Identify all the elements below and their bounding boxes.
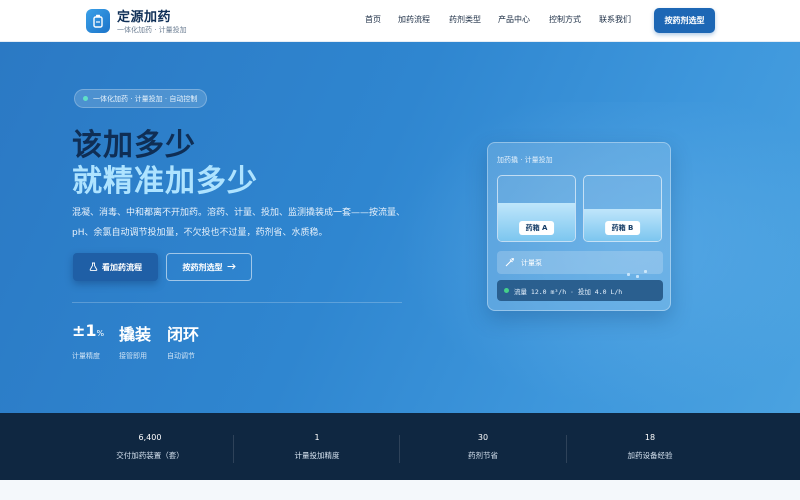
site-header: 定源加药 一体化加药 · 计量投加 首页 加药流程 药剂类型 产品中心 控制方式… (0, 0, 800, 42)
flow-readout-text: 流量 12.0 m³/h · 投加 4.0 L/h (514, 287, 623, 296)
view-process-label: 看加药流程 (102, 262, 142, 272)
tank-a-label: 药箱 A (518, 221, 555, 235)
hero-description: 混凝、消毒、中和都离不开加药。溶药、计量、投加、监测撬装成一套——按流量、pH、… (72, 208, 406, 238)
status-dot-icon (83, 96, 88, 101)
stat-value-precision-unit: % (96, 329, 105, 338)
flow-readout: 流量 12.0 m³/h · 投加 4.0 L/h (497, 280, 663, 301)
feature-pill-text: 一体化加药 · 计量投加 · 自动控制 (93, 94, 198, 103)
tank-b-label: 药箱 B (604, 221, 641, 235)
droplet-icon (636, 275, 639, 278)
stat-bar-value: 6,400 (138, 433, 162, 442)
pump-label: 计量泵 (521, 258, 542, 267)
metering-pump: 计量泵 (497, 251, 663, 274)
stat-bar-value: 30 (477, 433, 489, 442)
brand-title[interactable]: 定源加药 (117, 6, 171, 25)
stat-value-skid: 撬装 (119, 325, 152, 344)
arrow-right-icon (227, 263, 236, 272)
stat-value-precision-number: ±1 (72, 321, 97, 340)
panel-header: 加药撬 · 计量投加 (497, 156, 553, 164)
hero-section: 一体化加药 · 计量投加 · 自动控制 该加多少 就精准加多少 混凝、消毒、中和… (0, 42, 800, 413)
pump-icon (505, 257, 515, 269)
doser-icon[interactable] (86, 9, 110, 33)
hero-divider (72, 302, 402, 303)
stat-bar-separator (233, 435, 234, 463)
nav-item-agent-types[interactable]: 药剂类型 (449, 14, 481, 25)
nav-item-products[interactable]: 产品中心 (498, 14, 530, 25)
dosing-skid-panel: 加药撬 · 计量投加 药箱 A 药箱 B 计量泵 流量 12.0 m³/h · … (487, 142, 671, 311)
brand-subtitle: 一体化加药 · 计量投加 (117, 26, 187, 34)
stat-value-precision: ±1% (72, 321, 104, 340)
stats-bar: 6,400 交付加药装置（套） 1 计量投加精度 30 药剂节省 18 加药设备… (0, 413, 800, 480)
stat-bar-separator (566, 435, 567, 463)
stat-bar-label: 计量投加精度 (294, 451, 340, 460)
stat-label-skid: 接管即用 (119, 352, 147, 360)
nav-item-contact[interactable]: 联系我们 (599, 14, 631, 25)
select-agent-label: 按药剂选型 (182, 262, 223, 272)
select-agent-button[interactable]: 按药剂选型 (166, 253, 252, 281)
stat-bar-value: 18 (644, 433, 656, 442)
flask-icon (89, 262, 98, 273)
nav-item-home[interactable]: 首页 (365, 14, 381, 25)
stat-label-closed-loop: 自动调节 (167, 352, 195, 360)
stat-label-precision: 计量精度 (72, 352, 100, 360)
tank-a: 药箱 A (497, 175, 576, 242)
status-online-icon (504, 288, 509, 293)
nav-item-process[interactable]: 加药流程 (398, 14, 430, 25)
select-by-agent-button[interactable]: 按药剂选型 (654, 8, 715, 33)
stat-bar-value: 1 (314, 433, 320, 442)
tank-b: 药箱 B (583, 175, 662, 242)
nav-item-control[interactable]: 控制方式 (549, 14, 581, 25)
droplet-icon (627, 273, 630, 276)
view-process-button[interactable]: 看加药流程 (73, 253, 158, 281)
headline-line-2: 就精准加多少 (72, 164, 258, 199)
stat-bar-label: 药剂节省 (468, 451, 498, 460)
stat-bar-label: 加药设备经验 (627, 451, 673, 460)
stat-bar-label: 交付加药装置（套） (116, 451, 184, 460)
feature-pill: 一体化加药 · 计量投加 · 自动控制 (74, 89, 208, 108)
stat-value-closed-loop: 闭环 (167, 325, 200, 344)
next-section-edge (0, 480, 800, 500)
stat-bar-separator (399, 435, 400, 463)
droplet-icon (644, 270, 647, 273)
